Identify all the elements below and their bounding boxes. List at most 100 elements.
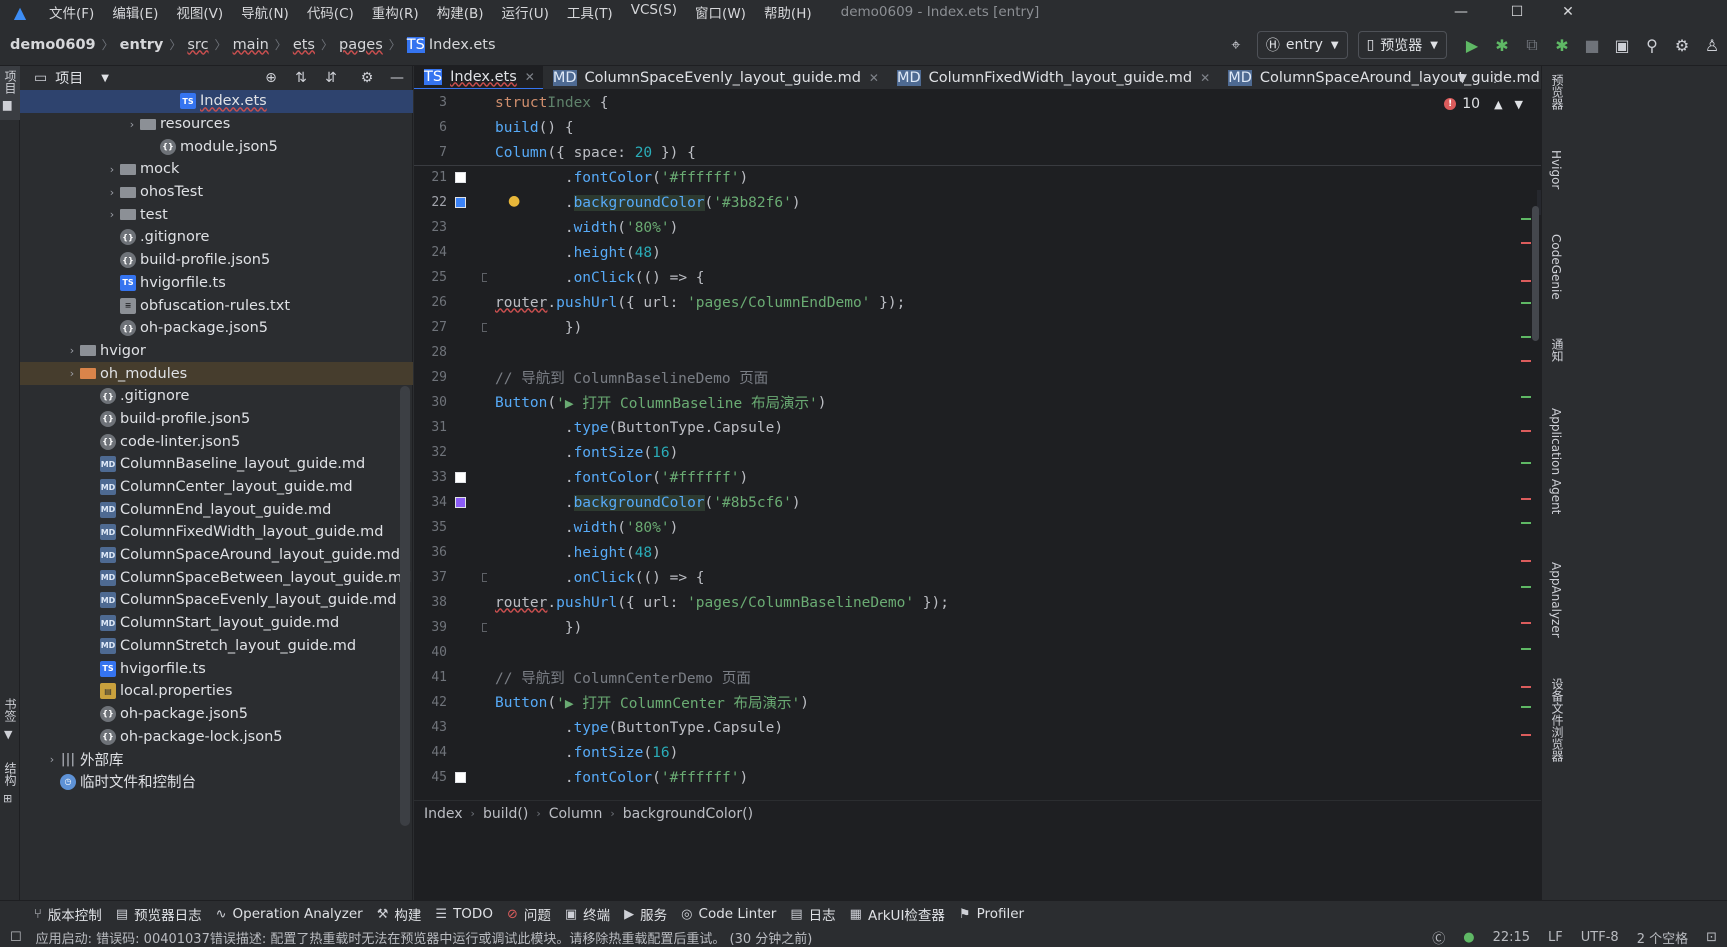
error-stripe-mark[interactable] xyxy=(1521,522,1531,524)
collapse-all-icon[interactable]: ⇵ xyxy=(316,66,346,90)
tree-row[interactable]: {} build-profile.json5 xyxy=(20,249,413,272)
error-stripe-mark[interactable] xyxy=(1521,734,1531,736)
tree-row[interactable]: {} oh-package.json5 xyxy=(20,703,413,726)
tree-row[interactable]: › hvigor xyxy=(20,340,413,363)
hide-icon[interactable]: — xyxy=(382,66,412,90)
lightbulb-icon[interactable]: ● xyxy=(508,193,520,209)
tree-row[interactable]: {} module.json5 xyxy=(20,135,413,158)
tree-row[interactable]: › test xyxy=(20,203,413,226)
chevron-right-icon[interactable]: › xyxy=(104,186,120,199)
appanalyzer-tool-button[interactable]: AppAnalyzer xyxy=(1549,562,1563,638)
menu-item[interactable]: 导航(N) xyxy=(232,2,298,22)
color-swatch[interactable] xyxy=(455,497,466,508)
previewer-tool-button[interactable]: 预览器 xyxy=(1549,74,1566,110)
tree-row[interactable]: MD ColumnSpaceAround_layout_guide.md xyxy=(20,544,413,567)
target-icon[interactable]: ⌖ xyxy=(1221,30,1251,60)
editor-tab[interactable]: TS Index.ets ✕ xyxy=(414,66,543,89)
menu-item[interactable]: 构建(B) xyxy=(428,2,493,22)
code-breadcrumb-item[interactable]: backgroundColor() xyxy=(623,806,753,822)
editor-tab[interactable]: MD ColumnFixedWidth_layout_guide.md ✕ xyxy=(887,66,1218,89)
bottom-tool-8[interactable]: ◎ Code Linter xyxy=(681,906,776,922)
tree-row[interactable]: {} code-linter.json5 xyxy=(20,430,413,453)
error-stripe-mark[interactable] xyxy=(1521,242,1531,244)
settings-gear-icon[interactable]: ⚙ xyxy=(1667,30,1697,60)
breadcrumb-item[interactable]: main xyxy=(233,37,269,53)
device-select[interactable]: ▯ 预览器 ▼ xyxy=(1357,31,1447,59)
tree-row[interactable]: MD ColumnStart_layout_guide.md xyxy=(20,612,413,635)
error-stripe-mark[interactable] xyxy=(1521,622,1531,624)
menu-item[interactable]: 运行(U) xyxy=(493,2,558,22)
error-stripe-mark[interactable] xyxy=(1521,280,1531,282)
debug-icon[interactable]: ✱ xyxy=(1487,30,1517,60)
close-tab-icon[interactable]: ✕ xyxy=(869,71,879,85)
breadcrumb-item[interactable]: demo0609 xyxy=(10,37,96,53)
tree-row[interactable]: MD ColumnSpaceBetween_layout_guide.md xyxy=(20,566,413,589)
menu-item[interactable]: 编辑(E) xyxy=(103,2,167,22)
menu-item[interactable]: 重构(R) xyxy=(363,2,428,22)
tree-row[interactable]: MD ColumnStretch_layout_guide.md xyxy=(20,635,413,658)
tree-row[interactable]: › oh_modules xyxy=(20,362,413,385)
tree-scrollbar[interactable] xyxy=(400,386,410,826)
editor-scrollbar[interactable] xyxy=(1532,206,1539,341)
locate-icon[interactable]: ⊕ xyxy=(256,66,286,90)
error-stripe-mark[interactable] xyxy=(1521,302,1531,304)
breadcrumb-item[interactable]: Index.ets xyxy=(429,37,496,53)
bottom-tool-5[interactable]: ⊘ 问题 xyxy=(507,904,551,925)
chevron-right-icon[interactable]: › xyxy=(104,163,120,176)
chevron-right-icon[interactable]: › xyxy=(124,118,140,131)
chevron-right-icon[interactable]: › xyxy=(44,753,60,766)
menu-item[interactable]: 帮助(H) xyxy=(755,2,821,22)
tree-row[interactable]: {} .gitignore xyxy=(20,226,413,249)
previous-highlight-icon[interactable]: ▲ xyxy=(1494,98,1502,111)
menu-item[interactable]: 代码(C) xyxy=(298,2,363,22)
menu-item[interactable]: 文件(F) xyxy=(40,2,103,22)
error-stripe-mark[interactable] xyxy=(1521,360,1531,362)
tree-row[interactable]: ≡ obfuscation-rules.txt xyxy=(20,294,413,317)
code-breadcrumb-item[interactable]: Index xyxy=(424,806,463,822)
status-message[interactable]: 应用启动: 错误码: 00401037错误描述: 配置了热重载时无法在预览器中运… xyxy=(36,928,813,947)
error-stripe-mark[interactable] xyxy=(1521,498,1531,500)
menu-item[interactable]: 视图(V) xyxy=(167,2,232,22)
bottom-tool-3[interactable]: ⚒ 构建 xyxy=(377,904,422,925)
close-icon[interactable]: ✕ xyxy=(1540,0,1596,24)
breadcrumb-item[interactable]: pages xyxy=(339,37,383,53)
maximize-icon[interactable]: ☐ xyxy=(1489,0,1545,24)
color-swatch[interactable] xyxy=(455,197,466,208)
attach-debugger-icon[interactable]: ⧉ xyxy=(1517,30,1547,60)
next-highlight-icon[interactable]: ▼ xyxy=(1515,98,1523,111)
bottom-tool-11[interactable]: ⚑ Profiler xyxy=(959,906,1024,922)
tree-row[interactable]: MD ColumnSpaceEvenly_layout_guide.md xyxy=(20,589,413,612)
bottom-tool-1[interactable]: ▤ 预览器日志 xyxy=(116,904,202,925)
tree-row[interactable]: TS hvigorfile.ts xyxy=(20,657,413,680)
error-stripe-mark[interactable] xyxy=(1521,218,1531,220)
file-encoding[interactable]: UTF-8 xyxy=(1581,930,1619,945)
project-panel-title[interactable]: 项目 xyxy=(55,68,83,88)
project-tool-button[interactable]: 项目 xyxy=(2,70,19,94)
tree-row[interactable]: ▤ local.properties xyxy=(20,680,413,703)
error-stripe-mark[interactable] xyxy=(1521,430,1531,432)
tree-row[interactable]: {} build-profile.json5 xyxy=(20,408,413,431)
code-view[interactable]: struct Index { build() { Column({ space:… xyxy=(487,90,1537,800)
chevron-right-icon[interactable]: › xyxy=(64,344,80,357)
device-manager-icon[interactable]: ▣ xyxy=(1607,30,1637,60)
error-stripe-mark[interactable] xyxy=(1521,648,1531,650)
bottom-tool-10[interactable]: ▦ ArkUI检查器 xyxy=(850,904,945,925)
code-breadcrumb-item[interactable]: Column xyxy=(549,806,603,822)
tree-row[interactable]: {} oh-package-lock.json5 xyxy=(20,725,413,748)
panel-toggle-icon[interactable]: ☐ xyxy=(10,930,22,945)
tree-row[interactable]: {} oh-package.json5 xyxy=(20,317,413,340)
close-tab-icon[interactable]: ✕ xyxy=(1200,71,1210,85)
tree-row[interactable]: › resources xyxy=(20,113,413,136)
error-stripe-mark[interactable] xyxy=(1521,560,1531,562)
error-stripe-mark[interactable] xyxy=(1521,396,1531,398)
bottom-tool-4[interactable]: ☰ TODO xyxy=(435,906,493,922)
minimize-icon[interactable]: — xyxy=(1433,0,1489,24)
tree-row[interactable]: TS Index.ets xyxy=(20,90,413,113)
indent-setting[interactable]: 2 个空格 xyxy=(1637,928,1688,947)
chevron-right-icon[interactable]: › xyxy=(64,367,80,380)
breadcrumb-item[interactable]: entry xyxy=(120,37,164,53)
tree-row[interactable]: › mock xyxy=(20,158,413,181)
error-stripe-mark[interactable] xyxy=(1521,462,1531,464)
expand-all-icon[interactable]: ⇅ xyxy=(286,66,316,90)
menu-item[interactable]: 窗口(W) xyxy=(686,2,755,22)
